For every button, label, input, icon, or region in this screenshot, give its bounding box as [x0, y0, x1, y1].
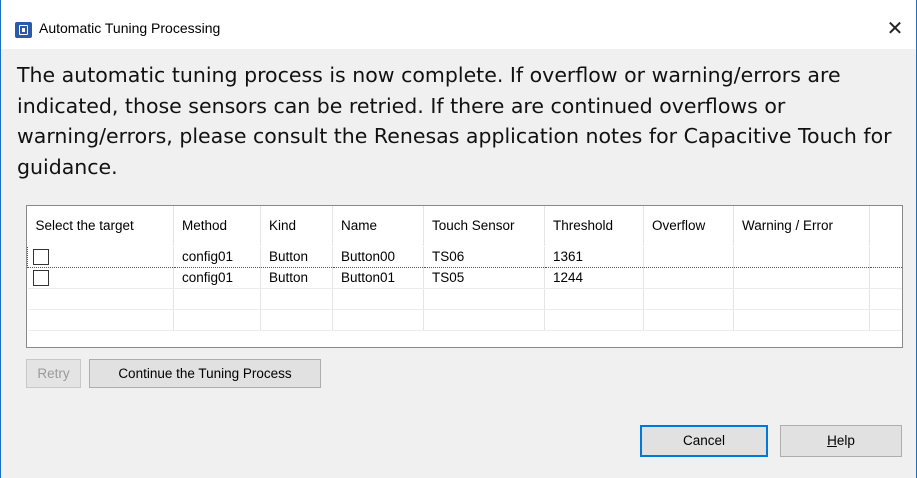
touch-sensor-cell: TS05 [423, 267, 545, 289]
window-title: Automatic Tuning Processing [39, 20, 221, 36]
filler-cell [869, 245, 902, 268]
threshold-cell: 1244 [544, 267, 644, 289]
help-button[interactable]: Help [780, 425, 902, 457]
column-header-filler [869, 206, 902, 247]
results-table: Select the target Method Kind Name Touch… [26, 205, 903, 348]
method-cell: config01 [173, 245, 261, 268]
column-header[interactable]: Warning / Error [733, 206, 870, 247]
table-row[interactable]: config01 Button Button01 TS05 1244 [27, 267, 902, 289]
select-cell [27, 267, 174, 289]
column-header[interactable]: Touch Sensor [423, 206, 545, 247]
dialog-window: Automatic Tuning Processing ✕ The automa… [0, 0, 917, 478]
column-header[interactable]: Kind [260, 206, 333, 247]
overflow-cell [643, 245, 734, 268]
title-bar: Automatic Tuning Processing ✕ [1, 0, 916, 49]
name-cell: Button01 [332, 267, 424, 289]
completion-message: The automatic tuning process is now comp… [17, 63, 892, 179]
touch-sensor-cell: TS06 [423, 245, 545, 268]
retry-button[interactable]: Retry [26, 359, 81, 388]
column-header[interactable]: Threshold [544, 206, 644, 247]
help-mnemonic: H [827, 433, 837, 448]
table-row[interactable]: config01 Button Button00 TS06 1361 [27, 245, 902, 268]
cancel-button[interactable]: Cancel [640, 425, 768, 457]
select-cell [27, 245, 174, 268]
empty-row [27, 309, 902, 331]
name-cell: Button00 [332, 245, 424, 268]
column-header[interactable]: Select the target [27, 206, 174, 247]
help-label: elp [836, 433, 855, 448]
warning-cell [733, 267, 870, 289]
checkbox-icon[interactable] [33, 248, 49, 265]
kind-cell: Button [260, 267, 333, 289]
close-icon[interactable]: ✕ [880, 14, 910, 42]
checkbox-icon[interactable] [32, 269, 49, 286]
empty-row [27, 288, 902, 310]
threshold-cell: 1361 [544, 245, 644, 268]
filler-cell [869, 267, 902, 289]
method-cell: config01 [173, 267, 261, 289]
overflow-cell [643, 267, 734, 289]
table-header-row: Select the target Method Kind Name Touch… [27, 206, 902, 247]
column-header[interactable]: Overflow [643, 206, 734, 247]
continue-tuning-button[interactable]: Continue the Tuning Process [89, 359, 321, 388]
warning-cell [733, 245, 870, 268]
chip-icon [15, 22, 32, 38]
column-header[interactable]: Method [173, 206, 261, 247]
column-header[interactable]: Name [332, 206, 424, 247]
kind-cell: Button [260, 245, 333, 268]
